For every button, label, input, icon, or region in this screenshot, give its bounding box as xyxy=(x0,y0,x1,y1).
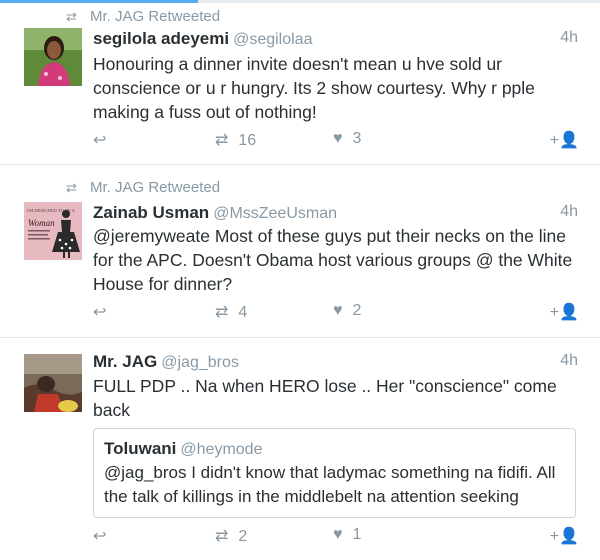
avatar[interactable]: I'M DESIGNED TO BE A Woman xyxy=(24,202,82,260)
follow-user-icon: +👤 xyxy=(549,528,579,545)
like-count: 1 xyxy=(352,526,362,543)
tweet[interactable]: ⇄ Mr. JAG Retweeted I'M DESIGNED TO BE A … xyxy=(0,166,600,338)
like-count: 3 xyxy=(352,130,362,147)
quoted-display-name: Toluwani xyxy=(104,439,177,458)
tweet-actions: ↩ ⇄ 16 ♥ 3 +👤 xyxy=(93,130,579,150)
display-name[interactable]: segilola adeyemi xyxy=(93,29,229,48)
follow-button[interactable]: +👤 xyxy=(550,130,579,150)
timestamp[interactable]: 4h xyxy=(560,203,578,221)
retweet-count: 2 xyxy=(238,528,248,545)
quoted-tweet-text: @jag_bros I didn't know that ladymac som… xyxy=(104,463,556,506)
heart-icon: ♥ xyxy=(333,302,343,319)
like-button[interactable]: ♥ 3 xyxy=(333,130,361,148)
follow-button[interactable]: +👤 xyxy=(550,526,579,546)
quoted-user-handle: @heymode xyxy=(180,441,263,458)
tweet-actions: ↩ ⇄ 2 ♥ 1 +👤 xyxy=(93,526,579,546)
heart-icon: ♥ xyxy=(333,526,343,543)
retweet-button[interactable]: ⇄ 2 xyxy=(215,526,247,546)
quoted-tweet-header: Toluwani @heymode xyxy=(104,439,262,459)
quoted-tweet[interactable]: Toluwani @heymode @jag_bros I didn't know… xyxy=(93,428,576,518)
user-handle[interactable]: @MssZeeUsman xyxy=(213,205,337,222)
follow-user-icon: +👤 xyxy=(549,304,579,321)
tweet[interactable]: Mr. JAG @jag_bros 4h FULL PDP .. Na when … xyxy=(0,339,600,560)
retweet-icon: ⇄ xyxy=(215,528,229,545)
retweet-context: ⇄ Mr. JAG Retweeted xyxy=(66,179,220,196)
retweet-context-label: Mr. JAG Retweeted xyxy=(90,8,221,25)
avatar-word: Woman xyxy=(28,218,55,228)
tweet-header: Zainab Usman @MssZeeUsman 4h xyxy=(93,203,578,225)
retweet-icon: ⇄ xyxy=(215,132,229,149)
reply-icon: ↩ xyxy=(93,528,107,545)
avatar[interactable] xyxy=(24,354,82,412)
reply-icon: ↩ xyxy=(93,132,107,149)
avatar[interactable] xyxy=(24,28,82,86)
reply-button[interactable]: ↩ xyxy=(93,526,116,546)
tweet-text: @jeremyweate Most of these guys put thei… xyxy=(93,226,573,294)
display-name[interactable]: Mr. JAG xyxy=(93,352,157,371)
follow-button[interactable]: +👤 xyxy=(550,302,579,322)
retweet-icon: ⇄ xyxy=(215,304,229,321)
follow-user-icon: +👤 xyxy=(549,132,579,149)
user-handle[interactable]: @segilolaa xyxy=(233,31,312,48)
tweet-text: FULL PDP .. Na when HERO lose .. Her "co… xyxy=(93,376,557,420)
reply-icon: ↩ xyxy=(93,304,107,321)
like-button[interactable]: ♥ 2 xyxy=(333,302,361,320)
user-handle[interactable]: @jag_bros xyxy=(161,354,239,371)
heart-icon: ♥ xyxy=(333,130,343,147)
timestamp[interactable]: 4h xyxy=(560,352,578,370)
reply-button[interactable]: ↩ xyxy=(93,302,116,322)
timestamp[interactable]: 4h xyxy=(560,29,578,47)
retweet-icon: ⇄ xyxy=(66,9,77,24)
retweet-count: 16 xyxy=(238,132,257,149)
retweet-context-label: Mr. JAG Retweeted xyxy=(90,179,221,196)
tweet[interactable]: ⇄ Mr. JAG Retweeted segilola adeyemi @segi… xyxy=(0,3,600,165)
reply-button[interactable]: ↩ xyxy=(93,130,116,150)
tweet-header: Mr. JAG @jag_bros 4h xyxy=(93,352,578,374)
retweet-count: 4 xyxy=(238,304,248,321)
retweet-icon: ⇄ xyxy=(66,180,77,195)
like-count: 2 xyxy=(352,302,362,319)
retweet-button[interactable]: ⇄ 4 xyxy=(215,302,247,322)
tweet-actions: ↩ ⇄ 4 ♥ 2 +👤 xyxy=(93,302,579,322)
tweet-text: Honouring a dinner invite doesn't mean u… xyxy=(93,54,535,122)
like-button[interactable]: ♥ 1 xyxy=(333,526,361,544)
retweet-context: ⇄ Mr. JAG Retweeted xyxy=(66,8,220,25)
retweet-button[interactable]: ⇄ 16 xyxy=(215,130,256,150)
tweet-header: segilola adeyemi @segilolaa 4h xyxy=(93,29,578,51)
display-name[interactable]: Zainab Usman xyxy=(93,203,209,222)
